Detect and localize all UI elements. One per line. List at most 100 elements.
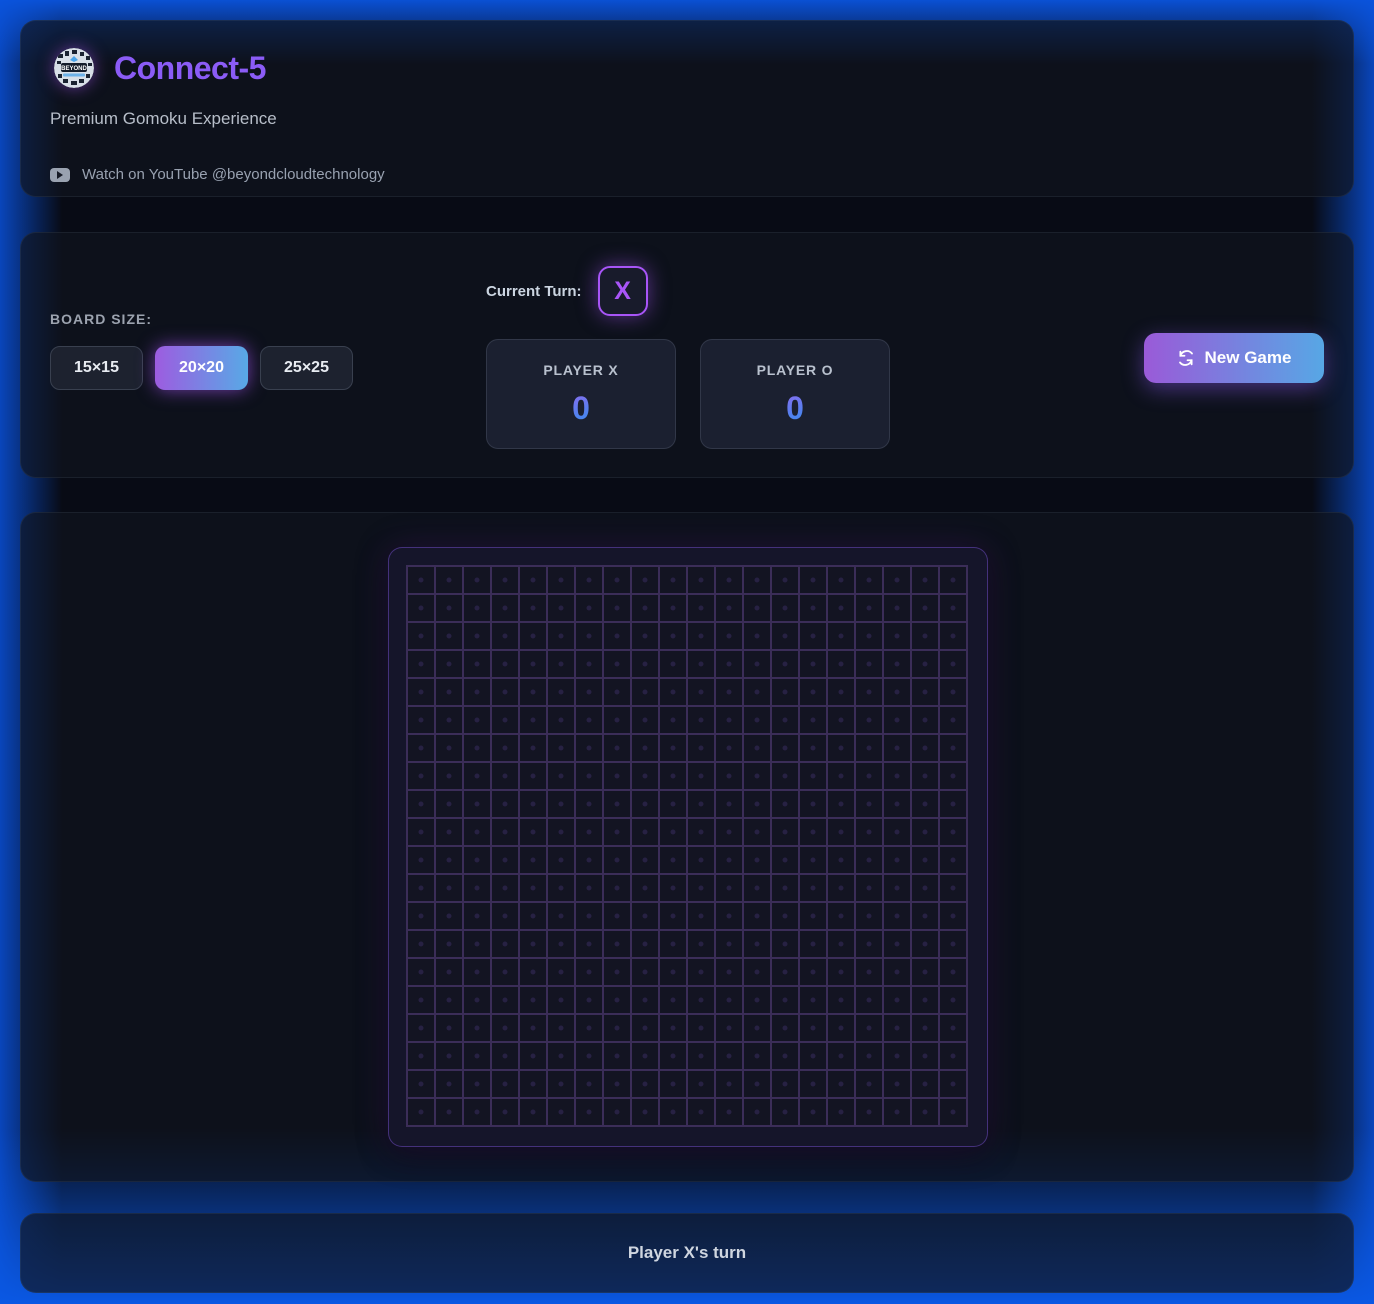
board-cell[interactable]: [520, 763, 546, 789]
board-cell[interactable]: [492, 903, 518, 929]
board-cell[interactable]: [520, 679, 546, 705]
board-cell[interactable]: [464, 623, 490, 649]
board-cell[interactable]: [688, 819, 714, 845]
board-cell[interactable]: [492, 763, 518, 789]
board-cell[interactable]: [800, 903, 826, 929]
board-cell[interactable]: [688, 735, 714, 761]
board-cell[interactable]: [828, 1071, 854, 1097]
board-cell[interactable]: [604, 875, 630, 901]
board-cell[interactable]: [800, 595, 826, 621]
board-cell[interactable]: [716, 931, 742, 957]
board-cell[interactable]: [548, 931, 574, 957]
board-cell[interactable]: [716, 847, 742, 873]
board-cell[interactable]: [912, 959, 938, 985]
board-cell[interactable]: [548, 567, 574, 593]
board-cell[interactable]: [940, 1071, 966, 1097]
board-cell[interactable]: [912, 1043, 938, 1069]
board-cell[interactable]: [604, 987, 630, 1013]
board-cell[interactable]: [744, 847, 770, 873]
board-cell[interactable]: [772, 987, 798, 1013]
board-cell[interactable]: [828, 763, 854, 789]
board-cell[interactable]: [464, 1015, 490, 1041]
board-cell[interactable]: [632, 567, 658, 593]
board-cell[interactable]: [576, 595, 602, 621]
board-cell[interactable]: [520, 847, 546, 873]
board-cell[interactable]: [576, 1043, 602, 1069]
board-cell[interactable]: [940, 567, 966, 593]
board-cell[interactable]: [828, 959, 854, 985]
board-cell[interactable]: [520, 875, 546, 901]
board-cell[interactable]: [744, 959, 770, 985]
board-cell[interactable]: [800, 651, 826, 677]
board-cell[interactable]: [492, 595, 518, 621]
board-cell[interactable]: [688, 1071, 714, 1097]
board-cell[interactable]: [856, 1043, 882, 1069]
board-cell[interactable]: [408, 791, 434, 817]
board-cell[interactable]: [688, 987, 714, 1013]
board-cell[interactable]: [716, 959, 742, 985]
board-cell[interactable]: [884, 875, 910, 901]
board-cell[interactable]: [772, 735, 798, 761]
board-cell[interactable]: [408, 903, 434, 929]
board-cell[interactable]: [716, 1043, 742, 1069]
board-cell[interactable]: [688, 651, 714, 677]
board-cell[interactable]: [492, 679, 518, 705]
board-cell[interactable]: [492, 1099, 518, 1125]
board-cell[interactable]: [604, 707, 630, 733]
board-cell[interactable]: [576, 623, 602, 649]
board-cell[interactable]: [772, 567, 798, 593]
board-cell[interactable]: [576, 651, 602, 677]
board-cell[interactable]: [436, 1071, 462, 1097]
board-cell[interactable]: [520, 987, 546, 1013]
board-cell[interactable]: [436, 735, 462, 761]
board-cell[interactable]: [828, 623, 854, 649]
board-cell[interactable]: [436, 567, 462, 593]
board-cell[interactable]: [688, 679, 714, 705]
board-size-button-25[interactable]: 25×25: [260, 346, 353, 390]
board-cell[interactable]: [772, 959, 798, 985]
board-cell[interactable]: [716, 707, 742, 733]
board-cell[interactable]: [940, 1099, 966, 1125]
board-cell[interactable]: [660, 763, 686, 789]
board-cell[interactable]: [520, 959, 546, 985]
board-cell[interactable]: [688, 1043, 714, 1069]
board-cell[interactable]: [856, 903, 882, 929]
board-cell[interactable]: [940, 931, 966, 957]
board-cell[interactable]: [548, 875, 574, 901]
board-cell[interactable]: [912, 763, 938, 789]
board-cell[interactable]: [800, 707, 826, 733]
board-cell[interactable]: [856, 1099, 882, 1125]
board-cell[interactable]: [744, 595, 770, 621]
board-cell[interactable]: [912, 987, 938, 1013]
board-cell[interactable]: [492, 735, 518, 761]
board-cell[interactable]: [660, 903, 686, 929]
board-cell[interactable]: [856, 595, 882, 621]
board-cell[interactable]: [884, 623, 910, 649]
board-cell[interactable]: [436, 707, 462, 733]
board-cell[interactable]: [548, 847, 574, 873]
board-cell[interactable]: [828, 567, 854, 593]
board-cell[interactable]: [856, 875, 882, 901]
board-cell[interactable]: [912, 875, 938, 901]
board-cell[interactable]: [856, 819, 882, 845]
board-cell[interactable]: [856, 567, 882, 593]
board-cell[interactable]: [716, 1099, 742, 1125]
board-cell[interactable]: [884, 1015, 910, 1041]
board-cell[interactable]: [408, 1015, 434, 1041]
board-cell[interactable]: [492, 707, 518, 733]
board-cell[interactable]: [436, 931, 462, 957]
board-cell[interactable]: [716, 1015, 742, 1041]
board-cell[interactable]: [744, 1043, 770, 1069]
board-cell[interactable]: [688, 959, 714, 985]
board-cell[interactable]: [632, 847, 658, 873]
board-cell[interactable]: [436, 875, 462, 901]
board-cell[interactable]: [744, 1071, 770, 1097]
board-cell[interactable]: [884, 1099, 910, 1125]
board-cell[interactable]: [912, 679, 938, 705]
board-cell[interactable]: [464, 763, 490, 789]
board-cell[interactable]: [632, 1043, 658, 1069]
board-cell[interactable]: [604, 1043, 630, 1069]
board-cell[interactable]: [632, 1071, 658, 1097]
board-cell[interactable]: [744, 987, 770, 1013]
board-cell[interactable]: [464, 707, 490, 733]
